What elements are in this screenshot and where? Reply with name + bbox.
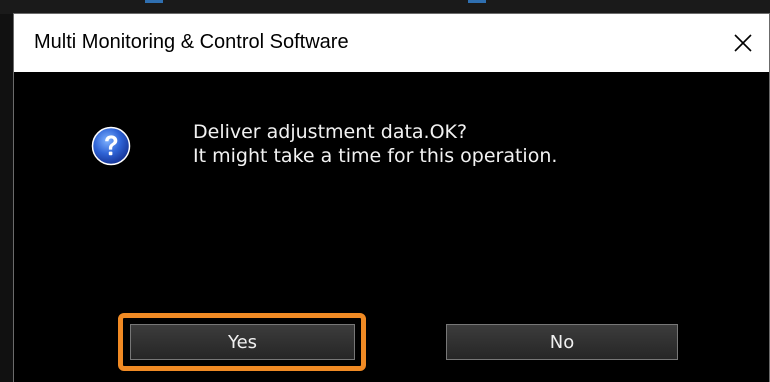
background-accent: [145, 0, 163, 3]
message-line-1: Deliver adjustment data.OK?: [193, 121, 468, 143]
background-window-edge: [0, 14, 13, 382]
dialog-message: Deliver adjustment data.OK? It might tak…: [193, 120, 557, 168]
screenshot: Multi Monitoring & Control Software Deli…: [0, 0, 770, 382]
question-icon: [91, 126, 131, 166]
background-accent: [468, 0, 486, 3]
dialog-title: Multi Monitoring & Control Software: [34, 31, 349, 53]
message-dialog: Multi Monitoring & Control Software Deli…: [13, 13, 770, 382]
no-button[interactable]: No: [446, 324, 678, 360]
message-line-2: It might take a time for this operation.: [193, 145, 558, 167]
dialog-titlebar: Multi Monitoring & Control Software: [14, 14, 769, 72]
yes-button[interactable]: Yes: [130, 324, 355, 360]
close-icon: [733, 33, 753, 53]
close-button[interactable]: [717, 14, 769, 72]
background-window-strip: [0, 0, 770, 14]
